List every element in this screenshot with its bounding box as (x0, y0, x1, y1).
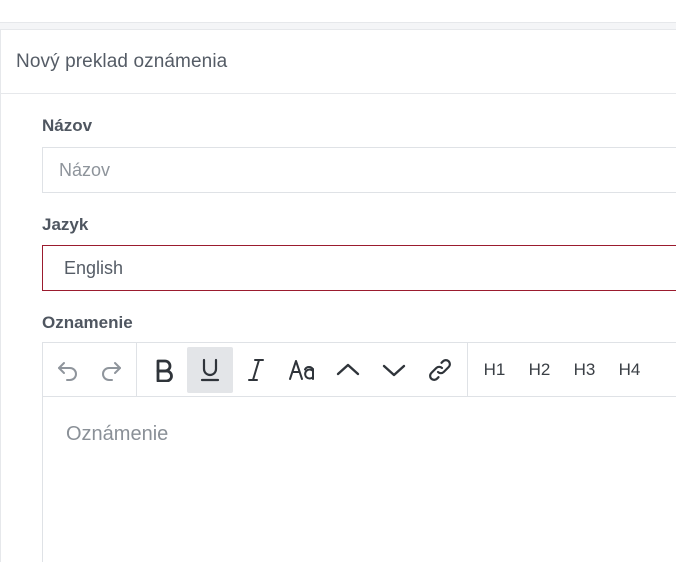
name-label: Názov (42, 116, 93, 135)
editor-placeholder: Oznámenie (66, 423, 169, 445)
format-group (137, 343, 468, 396)
announcement-label: Oznamenie (42, 313, 133, 332)
chevron-up-icon[interactable] (325, 347, 371, 393)
underline-icon[interactable] (187, 346, 233, 393)
page: Nový preklad oznámenia Názov Jazyk Engli… (0, 0, 676, 562)
heading-3-button[interactable]: H3 (562, 347, 607, 393)
top-strip (0, 0, 676, 23)
language-selected-value: English (64, 257, 124, 278)
editor-content-area[interactable]: Oznámenie (43, 397, 676, 472)
heading-2-button[interactable]: H2 (517, 347, 562, 393)
heading-1-button[interactable]: H1 (472, 347, 517, 393)
italic-icon[interactable] (233, 347, 279, 393)
announcement-editor: H1 H2 H3 H4 Oznámenie (42, 342, 676, 562)
redo-icon[interactable] (90, 347, 133, 393)
bold-icon[interactable] (141, 347, 187, 393)
font-size-icon[interactable] (279, 347, 325, 393)
undo-icon[interactable] (47, 347, 90, 393)
heading-4-button[interactable]: H4 (607, 347, 652, 393)
chevron-down-icon[interactable] (371, 347, 417, 393)
language-select[interactable]: English (42, 245, 676, 291)
link-icon[interactable] (417, 347, 463, 393)
panel-header: Nový preklad oznámenia (1, 30, 676, 94)
heading-group: H1 H2 H3 H4 (468, 343, 656, 396)
name-input[interactable] (42, 147, 676, 193)
panel-title: Nový preklad oznámenia (16, 50, 228, 72)
history-group (43, 343, 137, 396)
editor-toolbar: H1 H2 H3 H4 (43, 343, 676, 397)
language-label: Jazyk (42, 215, 89, 234)
